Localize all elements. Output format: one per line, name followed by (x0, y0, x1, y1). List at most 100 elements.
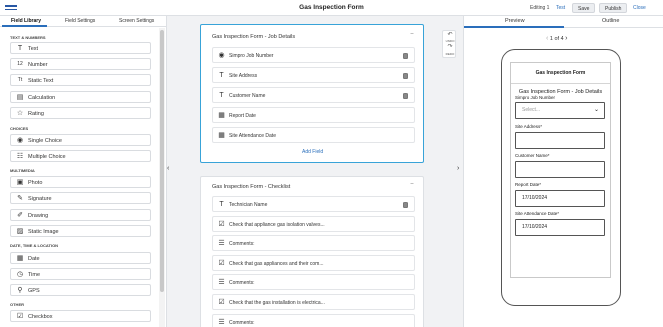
tab-screen-settings[interactable]: Screen Settings (119, 18, 154, 24)
calendar-icon: ▦ (16, 255, 24, 262)
database-icon (403, 73, 408, 79)
section-text-numbers: TEXT & NUMBERS (10, 35, 46, 40)
report-date-input[interactable]: 17/10/2024 (515, 190, 605, 207)
field-calculation[interactable]: ▤ Calculation (10, 91, 151, 103)
field-single-choice[interactable]: ◉ Single Choice (10, 134, 151, 146)
tab-field-settings[interactable]: Field Settings (65, 18, 95, 24)
field-row[interactable]: T Technician Name (212, 196, 415, 212)
site-address-label: Site Address* (515, 124, 543, 129)
field-row[interactable]: ▦ Report Date (212, 107, 415, 123)
tab-field-library[interactable]: Field Library (11, 18, 41, 24)
tab-preview[interactable]: Preview (505, 18, 525, 24)
left-scrollbar-thumb[interactable] (160, 30, 164, 292)
attendance-date-label: Site Attendance Date* (515, 211, 560, 216)
field-checkbox[interactable]: ☑ Checkbox (10, 310, 151, 322)
drawing-icon: ✐ (17, 212, 23, 219)
editing-status: Editing 1 (530, 5, 550, 11)
field-rating[interactable]: ☆ Rating (10, 107, 151, 119)
field-library-panel: Field Library Field Settings Screen Sett… (0, 16, 167, 327)
next-page-icon[interactable]: › (565, 35, 567, 42)
job-number-select[interactable]: Select... ⌄ (515, 102, 605, 119)
location-pin-icon: ⚲ (17, 287, 23, 294)
database-icon (403, 93, 408, 99)
site-address-input[interactable] (515, 132, 605, 149)
field-drawing[interactable]: ✐ Drawing (10, 209, 151, 221)
text-icon: T (219, 72, 224, 79)
section-date-time-location: DATE, TIME & LOCATION (10, 243, 59, 248)
left-tabs: Field Library Field Settings Screen Sett… (0, 16, 167, 27)
field-text[interactable]: T Text (10, 42, 151, 54)
field-row[interactable]: ☰ Comments: (212, 274, 415, 290)
calendar-icon: ▦ (218, 132, 225, 139)
database-icon (403, 202, 408, 208)
add-field-button[interactable]: Add Field (302, 149, 323, 155)
screen-card-job-details[interactable]: Gas Inspection Form - Job Details ··· ◉ S… (200, 24, 424, 163)
field-row[interactable]: ▦ Site Attendance Date (212, 127, 415, 143)
field-static-text[interactable]: Tt Static Text (10, 74, 151, 86)
publish-button[interactable]: Publish (599, 3, 628, 13)
field-photo[interactable]: ▣ Photo (10, 176, 151, 188)
number-icon: 12 (17, 61, 23, 67)
preview-header: Gas Inspection Form (511, 63, 610, 84)
photo-icon: ▣ (16, 179, 24, 186)
section-multimedia: MULTIMEDIA (10, 168, 35, 173)
field-signature[interactable]: ✎ Signature (10, 192, 151, 204)
static-text-icon: Tt (17, 77, 23, 83)
calendar-icon: ▦ (218, 112, 225, 119)
close-button[interactable]: Close (628, 3, 651, 13)
static-text-icon: ☰ (218, 279, 225, 286)
save-button[interactable]: Save (572, 3, 596, 13)
collapse-right-icon[interactable]: › (457, 165, 459, 172)
redo-icon[interactable]: ↷ (443, 43, 457, 50)
job-number-label: Simpro Job Number (515, 95, 556, 100)
screen-title: Gas Inspection Form - Checklist (212, 184, 291, 190)
active-tab-indicator (464, 26, 564, 28)
static-text-icon: ☰ (218, 240, 225, 247)
checkbox-icon: ☑ (16, 313, 24, 320)
section-choices: CHOICES (10, 126, 29, 131)
field-row[interactable]: ☑ Check that the gas installation is elec… (212, 294, 415, 310)
section-other: OTHER (10, 302, 24, 307)
checklist-icon: ☷ (16, 153, 24, 160)
more-options-icon[interactable]: ··· (410, 181, 414, 187)
field-static-image[interactable]: ▨ Static Image (10, 225, 151, 237)
field-gps[interactable]: ⚲ GPS (10, 284, 151, 296)
field-row[interactable]: ☑ Check that appliance gas isolation valv… (212, 216, 415, 232)
attendance-date-input[interactable]: 17/10/2024 (515, 219, 605, 236)
prev-page-icon[interactable]: ‹ (546, 35, 548, 42)
database-icon (403, 53, 408, 59)
active-tab-indicator (2, 25, 47, 27)
field-row[interactable]: ☑ Check that gas appliances and their com… (212, 255, 415, 271)
field-row[interactable]: ☰ Comments: (212, 235, 415, 251)
screen-pager: ‹ 1 of 4 › (546, 35, 568, 42)
field-row[interactable]: T Customer Name (212, 87, 415, 103)
field-row[interactable]: ◉ Simpro Job Number (212, 47, 415, 63)
tab-outline[interactable]: Outline (602, 18, 619, 24)
undo-icon[interactable]: ↶ (443, 31, 457, 38)
collapse-left-icon[interactable]: ‹ (167, 165, 169, 172)
checkbox-icon: ☑ (218, 260, 225, 267)
star-icon: ☆ (16, 110, 24, 117)
more-options-icon[interactable]: ··· (410, 31, 414, 37)
static-text-icon: ☰ (218, 319, 225, 326)
customer-name-input[interactable] (515, 161, 605, 178)
phone-frame: Gas Inspection Form Gas Inspection Form … (501, 49, 621, 306)
simpro-logo (5, 5, 17, 10)
checkbox-icon: ☑ (218, 221, 225, 228)
text-icon: T (219, 201, 224, 208)
page-indicator: 1 of 4 (549, 36, 564, 42)
field-number[interactable]: 12 Number (10, 58, 151, 70)
customer-name-label: Customer Name* (515, 153, 550, 158)
field-row[interactable]: T Site Address (212, 67, 415, 83)
field-multiple-choice[interactable]: ☷ Multiple Choice (10, 150, 151, 162)
clock-icon: ◷ (16, 271, 24, 278)
field-row[interactable]: ☰ Comments: (212, 314, 415, 327)
field-time[interactable]: ◷ Time (10, 268, 151, 280)
screen-card-checklist[interactable]: Gas Inspection Form - Checklist ··· T Tec… (200, 176, 424, 327)
top-bar: Gas Inspection Form ⌄ Editing 1 Test Sav… (0, 0, 663, 16)
chevron-down-icon[interactable]: ⌄ (346, 3, 351, 10)
test-link[interactable]: Test (556, 5, 565, 11)
report-date-label: Report Date* (515, 182, 542, 187)
redo-button[interactable]: REDO (443, 52, 457, 56)
field-date[interactable]: ▦ Date (10, 252, 151, 264)
